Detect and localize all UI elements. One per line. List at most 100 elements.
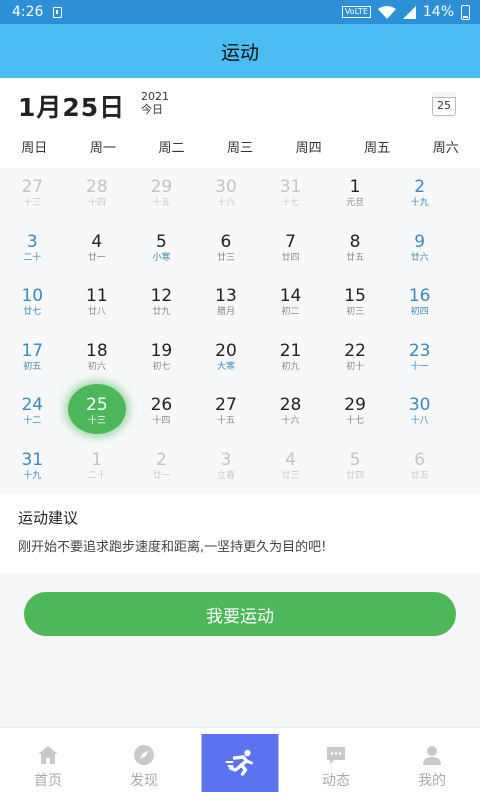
calendar-day[interactable]: 9 廿六	[387, 223, 452, 278]
day-number: 30	[215, 177, 237, 197]
calendar-day[interactable]: 1 二十	[65, 441, 130, 496]
volte-badge: VoLTE	[341, 6, 371, 18]
day-number: 20	[215, 340, 237, 361]
wifi-icon	[377, 5, 396, 19]
calendar-day[interactable]: 14 初二	[258, 277, 323, 332]
day-number: 23	[408, 340, 431, 361]
lunar-date: 十七	[281, 198, 300, 208]
chat-icon	[327, 747, 345, 764]
tab-exercise[interactable]	[192, 728, 288, 800]
calendar-day[interactable]: 29 十七	[323, 386, 388, 441]
calendar-day[interactable]: 30 十六	[194, 168, 259, 223]
lunar-date: 初四	[410, 307, 429, 317]
lunar-date: 初七	[152, 361, 171, 372]
lunar-date: 廿一	[152, 470, 171, 481]
weekday-fri: 周五	[364, 141, 391, 156]
day-number: 9	[414, 231, 426, 252]
calendar-day[interactable]: 10 廿七	[0, 277, 65, 332]
day-number: 6	[414, 449, 426, 470]
day-number: 1	[349, 177, 361, 197]
calendar-icon-day: 25	[437, 99, 451, 112]
calendar-day[interactable]: 1 元旦	[323, 168, 388, 223]
weekday-wed: 周三	[227, 141, 254, 156]
lunar-date: 十五	[152, 198, 171, 208]
calendar-day[interactable]: 16 初四	[387, 277, 452, 332]
lunar-date: 十五	[216, 416, 235, 426]
calendar-day[interactable]: 21 初九	[258, 332, 323, 387]
day-number: 16	[408, 286, 431, 306]
calendar-day[interactable]: 27 十五	[194, 386, 259, 441]
calendar-day[interactable]: 31 十七	[258, 168, 323, 223]
calendar-day[interactable]: 26 十四	[129, 386, 194, 441]
calendar-day[interactable]: 8 廿五	[323, 223, 388, 278]
day-number: 3	[220, 449, 232, 470]
day-number: 14	[279, 286, 302, 306]
lunar-date: 廿五	[410, 470, 429, 481]
lunar-date: 初九	[281, 361, 300, 372]
exercise-advice: 运动建议 刚开始不要追求跑步速度和距离,一坚持更久为目的吧!	[0, 495, 480, 573]
calendar-day[interactable]: 31 十九	[0, 441, 65, 496]
day-number: 29	[344, 395, 366, 415]
lunar-date: 廿三	[281, 470, 300, 481]
calendar-day[interactable]: 12 廿九	[129, 277, 194, 332]
calendar-day[interactable]: 15 初三	[323, 277, 388, 332]
day-number: 3	[26, 231, 38, 252]
calendar-today-icon[interactable]: 25	[432, 92, 456, 116]
day-number: 11	[86, 286, 108, 306]
lunar-date: 廿三	[216, 252, 235, 263]
calendar-day[interactable]: 7 廿四	[258, 223, 323, 278]
calendar-day[interactable]: 3 立春	[194, 441, 259, 496]
app-header: 运动	[0, 24, 480, 78]
year-label: 2021	[141, 90, 169, 103]
tab-home[interactable]: 首页	[0, 728, 96, 800]
day-number: 22	[344, 340, 366, 361]
calendar-day[interactable]: 20 大寒	[194, 332, 259, 387]
calendar-day[interactable]: 2 廿一	[129, 441, 194, 496]
calendar-day[interactable]: 29 十五	[129, 168, 194, 223]
tab-feed[interactable]: 动态	[288, 728, 384, 800]
day-number: 27	[21, 177, 44, 197]
calendar-day[interactable]: 25 十三	[65, 386, 130, 441]
calendar-day[interactable]: 19 初七	[129, 332, 194, 387]
lunar-date: 廿一	[87, 252, 106, 263]
calendar-day[interactable]: 27 十三	[0, 168, 65, 223]
sim-card-icon	[53, 6, 63, 18]
tab-feed-label: 动态	[322, 773, 350, 789]
lunar-date: 初二	[281, 307, 300, 317]
lunar-date: 二十	[23, 252, 42, 263]
calendar-day[interactable]: 6 廿三	[194, 223, 259, 278]
calendar-day[interactable]: 6 廿五	[387, 441, 452, 496]
calendar-day[interactable]: 24 十二	[0, 386, 65, 441]
calendar-day[interactable]: 5 小寒	[129, 223, 194, 278]
calendar-day[interactable]: 13 腊月	[194, 277, 259, 332]
lunar-date: 十四	[87, 198, 106, 208]
calendar-day[interactable]: 28 十六	[258, 386, 323, 441]
battery-icon	[461, 4, 470, 20]
day-number: 17	[21, 340, 44, 361]
calendar-day[interactable]: 28 十四	[65, 168, 130, 223]
calendar-day[interactable]: 30 十八	[387, 386, 452, 441]
signal-icon	[402, 5, 416, 19]
lunar-date: 十四	[152, 416, 171, 426]
weekday-sat: 周六	[432, 141, 459, 156]
day-number: 29	[150, 177, 173, 197]
calendar-day[interactable]: 11 廿八	[65, 277, 130, 332]
lunar-date: 廿九	[152, 307, 171, 317]
lunar-date: 廿四	[346, 470, 365, 481]
calendar-day[interactable]: 4 廿一	[65, 223, 130, 278]
calendar-day[interactable]: 17 初五	[0, 332, 65, 387]
start-exercise-button[interactable]: 我要运动	[24, 592, 456, 636]
tab-mine[interactable]: 我的	[384, 728, 480, 800]
day-number: 15	[344, 286, 366, 306]
calendar-day[interactable]: 22 初十	[323, 332, 388, 387]
calendar-day[interactable]: 3 二十	[0, 223, 65, 278]
calendar-day[interactable]: 5 廿四	[323, 441, 388, 496]
calendar-day[interactable]: 23 十一	[387, 332, 452, 387]
calendar-day[interactable]: 2 十九	[387, 168, 452, 223]
calendar-day[interactable]: 18 初六	[65, 332, 130, 387]
weekday-thu: 周四	[295, 141, 322, 156]
lunar-date: 初六	[87, 361, 106, 372]
calendar-day[interactable]: 4 廿三	[258, 441, 323, 496]
day-number: 13	[215, 286, 237, 306]
tab-discover[interactable]: 发现	[96, 728, 192, 800]
